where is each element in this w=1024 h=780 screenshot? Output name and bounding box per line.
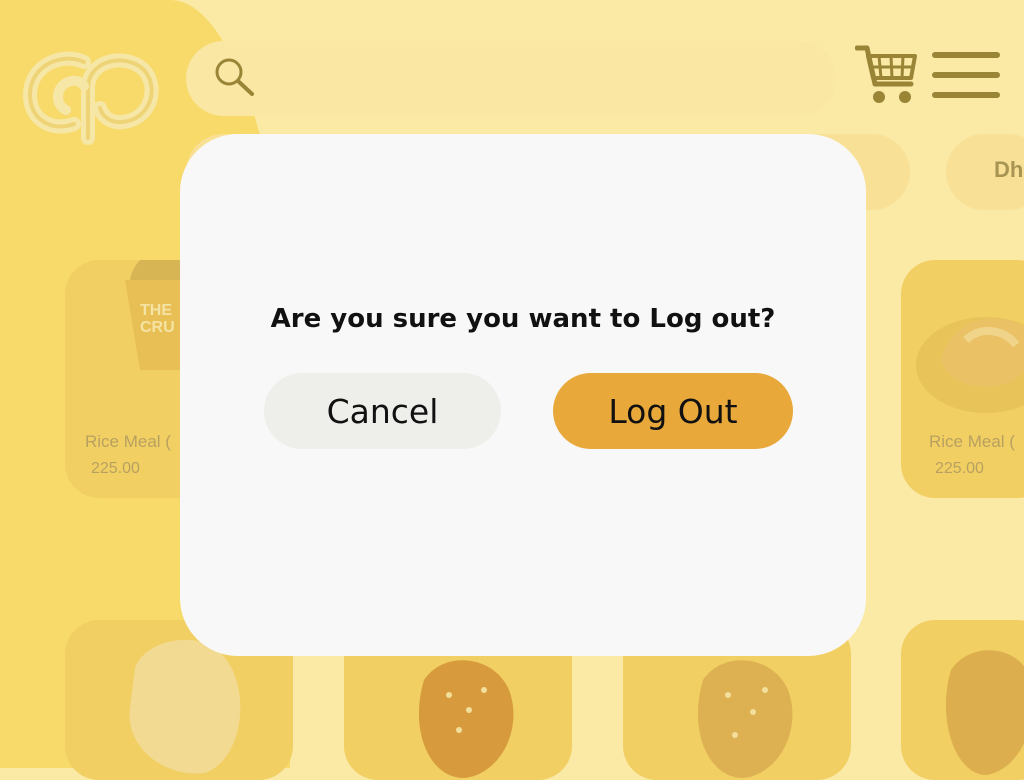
brand-logo[interactable] — [22, 40, 162, 150]
product-card[interactable] — [901, 620, 1024, 780]
category-pill-dh[interactable]: Dh — [946, 134, 1024, 210]
cp-logo-icon — [22, 51, 159, 145]
svg-text:CRU: CRU — [140, 319, 175, 336]
logout-dialog: Are you sure you want to Log out? Cancel… — [180, 134, 866, 656]
glazed-chicken-image — [697, 660, 793, 778]
svg-text:THE: THE — [140, 302, 172, 319]
cart-icon[interactable] — [855, 44, 919, 106]
search-icon — [215, 58, 254, 96]
logout-button[interactable]: Log Out — [553, 373, 793, 449]
product-card[interactable]: Rice Meal ( 225.00 — [901, 260, 1024, 498]
product-name: Rice Meal ( — [85, 432, 171, 451]
search-bar[interactable] — [186, 41, 836, 116]
product-price: 225.00 — [91, 460, 140, 477]
product-price: 225.00 — [935, 460, 984, 477]
glazed-chicken-image — [945, 650, 1024, 775]
product-name: Rice Meal ( — [929, 432, 1015, 451]
hamburger-menu-icon[interactable] — [932, 52, 1000, 98]
rice-meal-plate-image — [916, 317, 1024, 413]
dialog-message: Are you sure you want to Log out? — [270, 304, 776, 334]
glazed-chicken-image — [418, 660, 514, 778]
cancel-button[interactable]: Cancel — [264, 373, 501, 449]
